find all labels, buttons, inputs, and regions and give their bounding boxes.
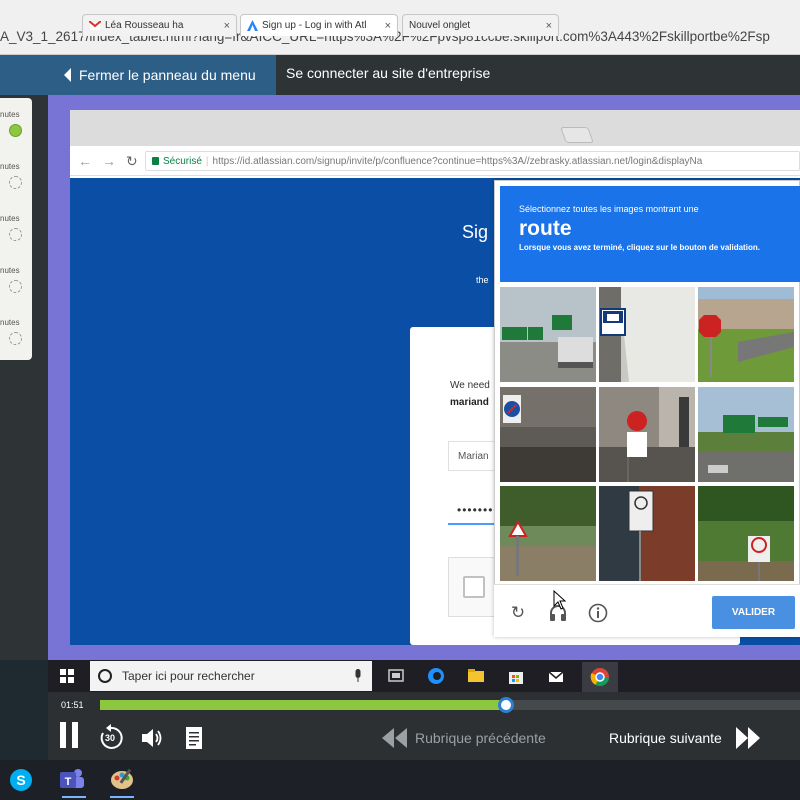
captcha-tile-1[interactable] [500, 287, 596, 382]
search-placeholder: Taper ici pour rechercher [122, 669, 255, 683]
transcript-icon[interactable] [184, 726, 204, 750]
browser-tab-strip [70, 110, 800, 146]
captcha-tile-7[interactable] [500, 486, 596, 581]
tab-gmail[interactable]: Léa Rousseau ha × [82, 14, 237, 36]
tab-atlassian-signup[interactable]: Sign up - Log in with Atl × [240, 14, 398, 36]
lock-icon [152, 157, 159, 165]
tab-title: Léa Rousseau ha [105, 20, 184, 31]
back-arrow-icon[interactable]: ← [78, 153, 92, 169]
edge-browser-icon[interactable] [426, 666, 446, 686]
captcha-tile-8[interactable] [599, 486, 695, 581]
tab-new[interactable]: Nouvel onglet × [402, 14, 559, 36]
paint-icon[interactable] [108, 766, 136, 792]
address-url: https://id.atlassian.com/signup/invite/p… [212, 155, 703, 167]
close-menu-panel-button[interactable]: Fermer le panneau du menu [0, 55, 276, 95]
new-tab-button[interactable] [560, 127, 594, 143]
menu-item[interactable]: nutes [0, 214, 32, 254]
active-app-indicator [110, 796, 134, 798]
timeline-progress [100, 700, 506, 710]
mail-icon[interactable] [546, 666, 566, 686]
next-topic-button[interactable]: Rubrique suivante [609, 730, 722, 746]
captcha-header: Sélectionnez toutes les images montrant … [500, 186, 800, 282]
menu-item[interactable]: nutes [0, 266, 32, 306]
close-icon[interactable]: × [224, 20, 230, 32]
previous-topic-button[interactable]: Rubrique précédente [415, 730, 546, 746]
replay-30-button[interactable]: 30 [97, 724, 125, 752]
captcha-hint: Lorsque vous avez terminé, cliquez sur l… [519, 243, 760, 252]
mouse-cursor-icon [553, 590, 567, 610]
forward-arrow-icon[interactable]: → [102, 153, 116, 169]
svg-text:T: T [65, 776, 72, 788]
menu-item[interactable]: nutes [0, 110, 32, 150]
page-subtitle: the [476, 275, 489, 285]
captcha-tile-3[interactable] [698, 287, 794, 382]
email-text: mariand [450, 397, 489, 408]
pause-button[interactable] [58, 722, 80, 750]
tab-title: Nouvel onglet [409, 20, 471, 31]
atlassian-icon [247, 20, 258, 31]
next-chevrons-icon[interactable] [735, 727, 761, 749]
captcha-tile-6[interactable] [698, 387, 794, 482]
chrome-taskbar-button[interactable] [582, 662, 618, 692]
pending-status-icon [9, 332, 22, 345]
verify-button[interactable]: VALIDER [712, 596, 795, 629]
pending-status-icon [9, 176, 22, 189]
info-icon[interactable] [588, 603, 608, 623]
chrome-icon [590, 668, 609, 687]
menu-item[interactable]: nutes [0, 162, 32, 202]
captcha-keyword: route [519, 217, 572, 240]
timeline-scrubber[interactable] [498, 697, 514, 713]
tab-title: Sign up - Log in with Atl [262, 20, 367, 31]
captcha-tile-4[interactable] [500, 387, 596, 482]
gmail-icon [89, 20, 101, 31]
microphone-icon[interactable] [354, 669, 362, 683]
address-bar[interactable]: Sécurisé | https://id.atlassian.com/sign… [145, 151, 800, 171]
chevron-left-icon [64, 68, 71, 82]
recaptcha-checkbox[interactable] [463, 576, 485, 598]
cortana-icon [98, 669, 112, 683]
teams-icon[interactable]: T [58, 766, 86, 792]
captcha-tile-5[interactable] [599, 387, 695, 482]
close-menu-panel-label: Fermer le panneau du menu [79, 67, 256, 83]
connect-enterprise-link[interactable]: Se connecter au site d'entreprise [286, 65, 490, 81]
pending-status-icon [9, 280, 22, 293]
task-view-icon[interactable] [386, 666, 406, 686]
course-menu-card: nutes nutes nutes nutes nutes [0, 98, 32, 360]
page-title: Sig [462, 222, 489, 242]
completed-status-icon [9, 124, 22, 137]
form-intro-text: We need [450, 380, 490, 391]
volume-icon[interactable] [140, 727, 164, 749]
file-explorer-icon[interactable] [466, 666, 486, 686]
skype-icon[interactable]: S [9, 768, 33, 792]
secure-label: Sécurisé [163, 155, 202, 167]
reload-icon[interactable]: ↻ [126, 153, 138, 170]
previous-chevrons-icon[interactable] [382, 728, 408, 748]
captcha-tile-9[interactable] [698, 486, 794, 581]
captcha-instruction: Sélectionnez toutes les images montrant … [519, 204, 699, 214]
menu-item[interactable]: nutes [0, 318, 32, 358]
close-icon[interactable]: × [385, 20, 391, 32]
close-icon[interactable]: × [546, 20, 552, 32]
svg-text:S: S [16, 772, 25, 788]
captcha-tile-2[interactable] [599, 287, 695, 382]
store-icon[interactable] [506, 666, 526, 686]
reload-icon[interactable]: ↻ [508, 603, 528, 623]
active-app-indicator [62, 796, 86, 798]
taskbar-search-input[interactable]: Taper ici pour rechercher [90, 661, 372, 691]
pending-status-icon [9, 228, 22, 241]
windows-start-icon[interactable] [60, 669, 74, 683]
current-time: 01:51 [61, 700, 84, 710]
